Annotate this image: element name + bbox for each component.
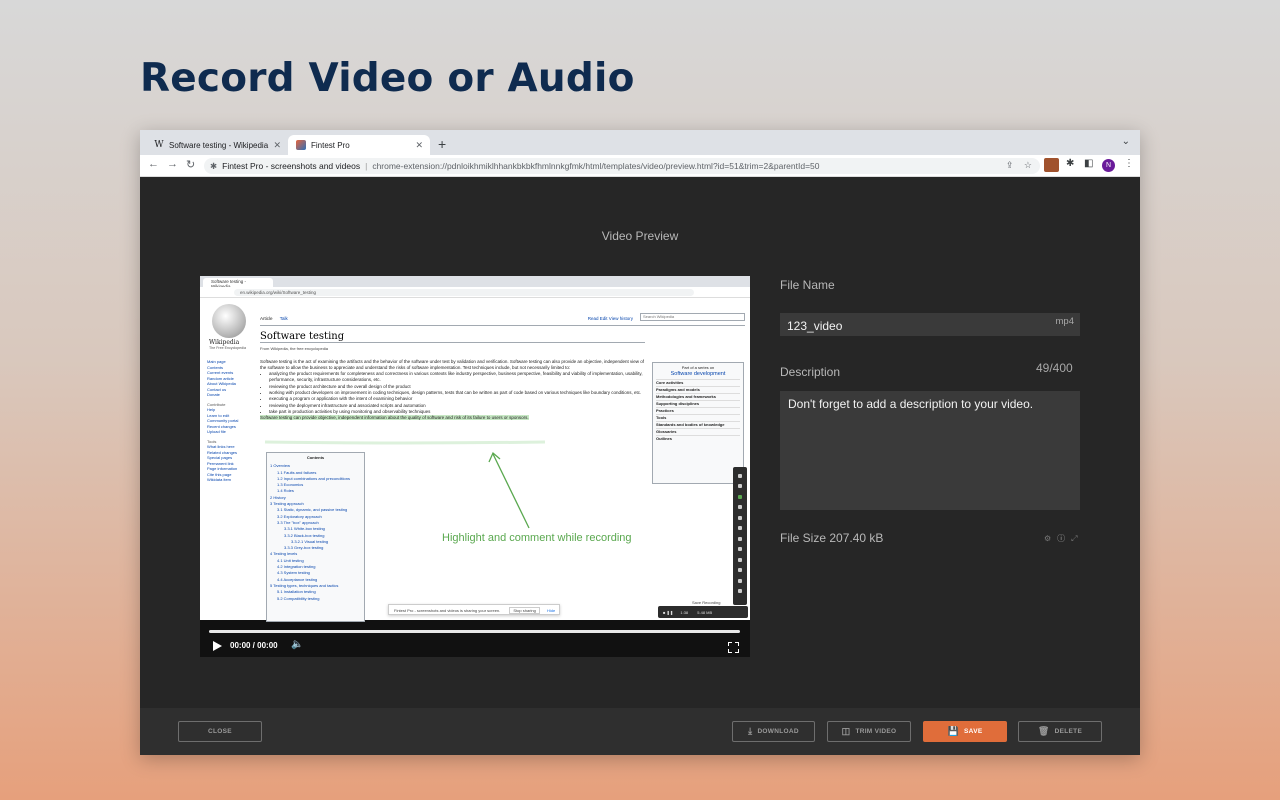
file-name-input[interactable]: 123_video mp4: [780, 313, 1080, 336]
menu-kebab-icon[interactable]: ⋮: [1124, 158, 1134, 169]
fintest-extension-icon[interactable]: [1044, 158, 1059, 172]
preview-title: Video Preview: [601, 229, 679, 243]
address-bar[interactable]: ✱ Fintest Pro - screenshots and videos |…: [204, 158, 1040, 174]
fintest-favicon-icon: [296, 140, 306, 150]
extensions-puzzle-icon[interactable]: ✱: [1066, 158, 1074, 169]
save-button[interactable]: 💾 SAVE: [923, 721, 1007, 742]
description-label: Description: [780, 365, 841, 379]
browser-window: W Software testing - Wikipedia ✕ Fintest…: [140, 130, 1140, 755]
tab-label: Software testing - Wikipedia: [169, 140, 269, 150]
share-icon[interactable]: ⇪: [1006, 160, 1014, 170]
address-site: Fintest Pro - screenshots and videos: [222, 161, 361, 171]
recording-status-bar: ■ ❚❚ 1:38 5.48 MB: [658, 606, 748, 618]
page-headline: Record Video or Audio: [140, 56, 635, 101]
fullscreen-icon[interactable]: [728, 642, 739, 653]
screen-share-banner: Fintest Pro - screenshots and videos is …: [388, 604, 560, 615]
recording-toolbar: [733, 467, 747, 605]
save-disk-icon: 💾: [947, 726, 960, 736]
video-controls: 00:00 / 00:00 🔈: [200, 638, 750, 656]
close-button[interactable]: CLOSE: [178, 721, 262, 742]
forward-icon[interactable]: →: [167, 158, 178, 170]
trash-icon: 🗑: [1037, 726, 1050, 736]
profile-avatar[interactable]: N: [1102, 159, 1115, 172]
save-recording-label: Save Recording: [692, 600, 721, 605]
wikipedia-favicon-icon: W: [154, 140, 164, 150]
download-icon: ⤓: [748, 726, 753, 736]
file-name-label: File Name: [780, 278, 835, 292]
extension-puzzle-icon: ✱: [210, 160, 218, 171]
settings-icon[interactable]: ⚙: [1044, 534, 1057, 543]
file-extension: mp4: [1055, 316, 1074, 327]
tab-wikipedia[interactable]: W Software testing - Wikipedia ✕: [146, 135, 288, 155]
action-footer: CLOSE ⤓ DOWNLOAD ◫ TRIM VIDEO 💾 SAVE 🗑 DELET…: [140, 708, 1140, 755]
description-counter: 49/400: [1036, 361, 1073, 375]
video-progress-bar[interactable]: [209, 630, 740, 633]
record-stop-icon: ■ ❚❚: [663, 610, 674, 615]
annotation-arrow: [264, 440, 546, 529]
tab-close-icon[interactable]: ✕: [415, 140, 423, 151]
trim-video-button[interactable]: ◫ TRIM VIDEO: [827, 721, 911, 742]
side-panel-icon[interactable]: ◧: [1084, 158, 1093, 169]
volume-icon[interactable]: 🔈: [291, 639, 303, 650]
tab-strip: W Software testing - Wikipedia ✕ Fintest…: [140, 130, 1140, 155]
tab-close-icon[interactable]: ✕: [273, 140, 281, 151]
description-value: Don't forget to add a description to you…: [788, 397, 1034, 411]
play-icon[interactable]: [213, 641, 222, 651]
new-tab-icon[interactable]: +: [438, 136, 446, 152]
annotation-text: Highlight and comment while recording: [442, 532, 632, 544]
download-button[interactable]: ⤓ DOWNLOAD: [732, 721, 815, 742]
video-frame: Software testing - Wikipedia en.wikipedi…: [200, 276, 750, 622]
address-url: chrome-extension://pdnloikhmiklhhankbkbk…: [372, 161, 820, 171]
browser-toolbar: ← → ↻ ✱ Fintest Pro - screenshots and vi…: [140, 155, 1140, 177]
back-icon[interactable]: ←: [148, 158, 159, 170]
reload-icon[interactable]: ↻: [186, 158, 195, 171]
trim-icon: ◫: [841, 726, 851, 736]
file-name-value: 123_video: [787, 319, 843, 333]
expand-icon[interactable]: ⤢: [1071, 534, 1083, 543]
info-icon[interactable]: ⓘ: [1057, 534, 1071, 543]
bookmark-star-icon[interactable]: ☆: [1024, 160, 1032, 170]
video-player[interactable]: Software testing - Wikipedia en.wikipedi…: [200, 276, 750, 657]
tab-search-chevron-icon[interactable]: ⌄: [1122, 136, 1130, 147]
delete-button[interactable]: 🗑 DELETE: [1018, 721, 1102, 742]
tab-fintest[interactable]: Fintest Pro ✕: [288, 135, 430, 155]
file-size: File Size 207.40 kB: [780, 531, 884, 545]
video-time: 00:00 / 00:00: [230, 641, 278, 650]
preview-page: Video Preview Software testing - Wikiped…: [140, 177, 1140, 755]
tab-label: Fintest Pro: [311, 140, 350, 150]
description-textarea[interactable]: Don't forget to add a description to you…: [780, 391, 1080, 510]
